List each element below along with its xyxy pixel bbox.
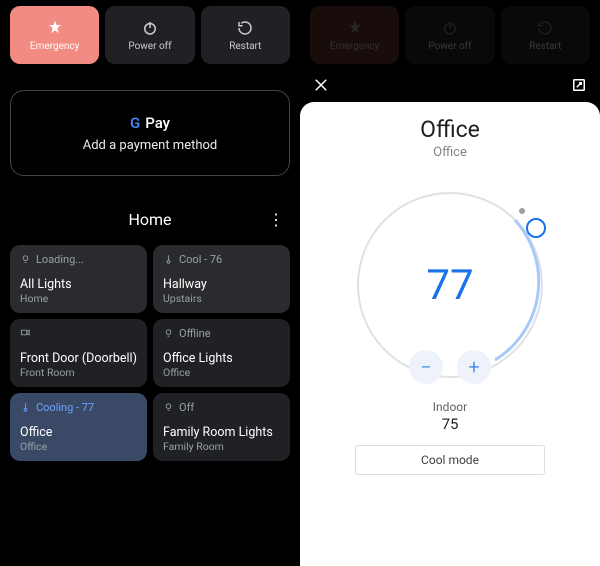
tile-status: Cool - 76 — [179, 253, 222, 266]
tile-status: Cooling - 77 — [36, 401, 94, 414]
power-icon — [141, 19, 159, 37]
thermometer-icon — [20, 402, 31, 413]
power-row: Emergency Power off Restart — [10, 6, 290, 64]
temp-decrease-button[interactable]: − — [409, 350, 443, 384]
indoor-value: 75 — [442, 415, 459, 433]
restart-label: Restart — [229, 41, 261, 52]
pay-subtitle: Add a payment method — [83, 138, 218, 153]
thermometer-icon — [163, 254, 174, 265]
thermostat-title: Office — [420, 116, 480, 143]
mode-label: Cool mode — [421, 453, 479, 467]
temperature-dial[interactable]: 77 − + — [345, 180, 555, 390]
home-header: Home ⋮ — [10, 210, 290, 229]
tile-office-thermostat[interactable]: Cooling - 77 OfficeOffice — [10, 393, 147, 461]
power-off-button-dim: Power off — [405, 6, 494, 64]
camera-icon — [20, 327, 31, 338]
tile-name: All Lights — [20, 277, 137, 292]
power-off-button[interactable]: Power off — [105, 6, 194, 64]
sheet-actions — [300, 70, 600, 102]
tile-sub: Front Room — [20, 366, 137, 379]
tile-sub: Upstairs — [163, 292, 280, 305]
tile-sub: Office — [20, 440, 137, 453]
tile-name: Front Door (Doorbell) — [20, 351, 137, 366]
bulb-icon — [20, 254, 31, 265]
tile-name: Office Lights — [163, 351, 280, 366]
tile-all-lights[interactable]: Loading... All LightsHome — [10, 245, 147, 313]
bulb-icon — [163, 402, 174, 413]
tile-name: Hallway — [163, 277, 280, 292]
emergency-icon — [46, 19, 64, 37]
home-title: Home — [128, 210, 171, 229]
indoor-label: Indoor — [433, 400, 467, 414]
tile-sub: Office — [163, 366, 280, 379]
tile-family-room-lights[interactable]: Off Family Room LightsFamily Room — [153, 393, 290, 461]
restart-button-dim: Restart — [501, 6, 590, 64]
tile-status: Offline — [179, 327, 211, 340]
open-external-icon[interactable] — [570, 76, 588, 98]
tile-status: Loading... — [36, 253, 84, 266]
emergency-label: Emergency — [30, 41, 79, 52]
google-pay-logo: G Pay — [130, 114, 170, 132]
device-grid: Loading... All LightsHome Cool - 76 Hall… — [10, 245, 290, 461]
power-off-label: Power off — [128, 41, 171, 52]
tile-name: Office — [20, 425, 137, 440]
temp-increase-button[interactable]: + — [457, 350, 491, 384]
tile-front-door[interactable]: Front Door (Doorbell)Front Room — [10, 319, 147, 387]
thermostat-subtitle: Office — [433, 145, 467, 160]
tile-name: Family Room Lights — [163, 425, 280, 440]
tile-sub: Family Room — [163, 440, 280, 453]
overflow-menu-icon[interactable]: ⋮ — [268, 210, 284, 229]
close-icon[interactable] — [312, 76, 330, 98]
thermostat-detail-panel: Emergency Power off Restart Office Offic… — [300, 0, 600, 563]
thermostat-sheet: Office Office 77 − + Indoor 75 Cool mode — [300, 102, 600, 566]
power-row-dim: Emergency Power off Restart — [300, 0, 600, 70]
tile-status: Off — [179, 401, 194, 414]
emergency-button-dim: Emergency — [310, 6, 399, 64]
google-g-icon: G — [130, 114, 140, 132]
restart-icon — [236, 19, 254, 37]
tile-hallway[interactable]: Cool - 76 HallwayUpstairs — [153, 245, 290, 313]
tile-sub: Home — [20, 292, 137, 305]
google-pay-card[interactable]: G Pay Add a payment method — [10, 90, 290, 176]
restart-button[interactable]: Restart — [201, 6, 290, 64]
quick-settings-panel: Emergency Power off Restart G Pay Add a … — [0, 0, 300, 563]
mode-button[interactable]: Cool mode — [355, 445, 545, 475]
tile-office-lights[interactable]: Offline Office LightsOffice — [153, 319, 290, 387]
pay-text: Pay — [145, 114, 170, 132]
bulb-icon — [163, 328, 174, 339]
emergency-button[interactable]: Emergency — [10, 6, 99, 64]
